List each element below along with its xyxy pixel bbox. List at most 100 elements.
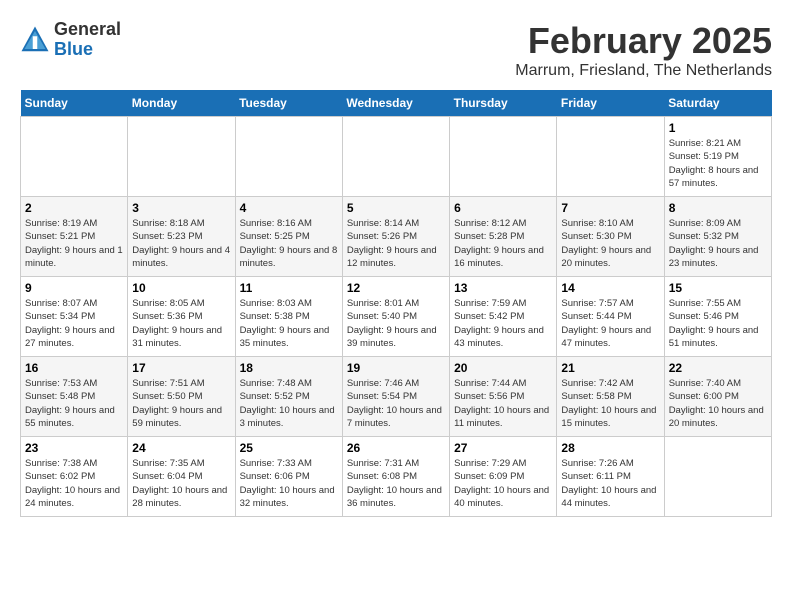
day-number: 25 [240,441,338,455]
day-info: Sunrise: 7:46 AMSunset: 5:54 PMDaylight:… [347,377,445,430]
day-info: Sunrise: 7:51 AMSunset: 5:50 PMDaylight:… [132,377,230,430]
day-info: Sunrise: 8:09 AMSunset: 5:32 PMDaylight:… [669,217,767,270]
calendar-cell [342,117,449,197]
day-info: Sunrise: 7:38 AMSunset: 6:02 PMDaylight:… [25,457,123,510]
day-info: Sunrise: 8:01 AMSunset: 5:40 PMDaylight:… [347,297,445,350]
logo-text: General Blue [54,20,121,60]
day-number: 23 [25,441,123,455]
day-info: Sunrise: 7:33 AMSunset: 6:06 PMDaylight:… [240,457,338,510]
day-number: 28 [561,441,659,455]
day-info: Sunrise: 8:12 AMSunset: 5:28 PMDaylight:… [454,217,552,270]
calendar-week-2: 9 Sunrise: 8:07 AMSunset: 5:34 PMDayligh… [21,277,772,357]
day-number: 11 [240,281,338,295]
col-saturday: Saturday [664,90,771,117]
calendar-cell: 12 Sunrise: 8:01 AMSunset: 5:40 PMDaylig… [342,277,449,357]
calendar-cell: 18 Sunrise: 7:48 AMSunset: 5:52 PMDaylig… [235,357,342,437]
day-number: 3 [132,201,230,215]
calendar-cell: 7 Sunrise: 8:10 AMSunset: 5:30 PMDayligh… [557,197,664,277]
day-number: 4 [240,201,338,215]
day-number: 17 [132,361,230,375]
calendar-cell [450,117,557,197]
day-number: 21 [561,361,659,375]
col-thursday: Thursday [450,90,557,117]
day-number: 27 [454,441,552,455]
calendar-cell: 13 Sunrise: 7:59 AMSunset: 5:42 PMDaylig… [450,277,557,357]
calendar-cell [128,117,235,197]
col-wednesday: Wednesday [342,90,449,117]
col-monday: Monday [128,90,235,117]
day-info: Sunrise: 7:44 AMSunset: 5:56 PMDaylight:… [454,377,552,430]
calendar-cell: 4 Sunrise: 8:16 AMSunset: 5:25 PMDayligh… [235,197,342,277]
day-number: 22 [669,361,767,375]
day-info: Sunrise: 8:14 AMSunset: 5:26 PMDaylight:… [347,217,445,270]
logo-icon [20,25,50,55]
calendar-cell: 9 Sunrise: 8:07 AMSunset: 5:34 PMDayligh… [21,277,128,357]
calendar-cell: 28 Sunrise: 7:26 AMSunset: 6:11 PMDaylig… [557,437,664,517]
day-number: 20 [454,361,552,375]
calendar-cell [664,437,771,517]
day-info: Sunrise: 8:21 AMSunset: 5:19 PMDaylight:… [669,137,767,190]
day-info: Sunrise: 8:05 AMSunset: 5:36 PMDaylight:… [132,297,230,350]
day-number: 9 [25,281,123,295]
calendar-week-1: 2 Sunrise: 8:19 AMSunset: 5:21 PMDayligh… [21,197,772,277]
calendar-cell: 2 Sunrise: 8:19 AMSunset: 5:21 PMDayligh… [21,197,128,277]
day-info: Sunrise: 7:35 AMSunset: 6:04 PMDaylight:… [132,457,230,510]
col-tuesday: Tuesday [235,90,342,117]
calendar-cell: 16 Sunrise: 7:53 AMSunset: 5:48 PMDaylig… [21,357,128,437]
day-info: Sunrise: 7:55 AMSunset: 5:46 PMDaylight:… [669,297,767,350]
calendar-week-4: 23 Sunrise: 7:38 AMSunset: 6:02 PMDaylig… [21,437,772,517]
day-info: Sunrise: 7:40 AMSunset: 6:00 PMDaylight:… [669,377,767,430]
calendar-cell: 15 Sunrise: 7:55 AMSunset: 5:46 PMDaylig… [664,277,771,357]
page-header: General Blue February 2025 Marrum, Fries… [20,20,772,80]
calendar-cell: 25 Sunrise: 7:33 AMSunset: 6:06 PMDaylig… [235,437,342,517]
day-info: Sunrise: 8:10 AMSunset: 5:30 PMDaylight:… [561,217,659,270]
day-info: Sunrise: 7:31 AMSunset: 6:08 PMDaylight:… [347,457,445,510]
calendar-header-row: Sunday Monday Tuesday Wednesday Thursday… [21,90,772,117]
day-number: 7 [561,201,659,215]
day-info: Sunrise: 8:16 AMSunset: 5:25 PMDaylight:… [240,217,338,270]
calendar-cell [21,117,128,197]
calendar-cell: 24 Sunrise: 7:35 AMSunset: 6:04 PMDaylig… [128,437,235,517]
logo-line1: General [54,20,121,40]
day-number: 2 [25,201,123,215]
day-info: Sunrise: 7:57 AMSunset: 5:44 PMDaylight:… [561,297,659,350]
calendar-week-0: 1 Sunrise: 8:21 AMSunset: 5:19 PMDayligh… [21,117,772,197]
day-number: 19 [347,361,445,375]
day-number: 24 [132,441,230,455]
calendar-week-3: 16 Sunrise: 7:53 AMSunset: 5:48 PMDaylig… [21,357,772,437]
day-info: Sunrise: 8:19 AMSunset: 5:21 PMDaylight:… [25,217,123,270]
day-number: 5 [347,201,445,215]
day-number: 26 [347,441,445,455]
calendar-table: Sunday Monday Tuesday Wednesday Thursday… [20,90,772,517]
calendar-cell: 22 Sunrise: 7:40 AMSunset: 6:00 PMDaylig… [664,357,771,437]
day-number: 10 [132,281,230,295]
calendar-cell: 3 Sunrise: 8:18 AMSunset: 5:23 PMDayligh… [128,197,235,277]
calendar-cell: 6 Sunrise: 8:12 AMSunset: 5:28 PMDayligh… [450,197,557,277]
calendar-cell: 17 Sunrise: 7:51 AMSunset: 5:50 PMDaylig… [128,357,235,437]
day-info: Sunrise: 8:07 AMSunset: 5:34 PMDaylight:… [25,297,123,350]
day-number: 1 [669,121,767,135]
month-title: February 2025 [515,20,772,62]
location-title: Marrum, Friesland, The Netherlands [515,62,772,80]
col-friday: Friday [557,90,664,117]
day-number: 8 [669,201,767,215]
col-sunday: Sunday [21,90,128,117]
title-block: February 2025 Marrum, Friesland, The Net… [515,20,772,80]
calendar-cell: 10 Sunrise: 8:05 AMSunset: 5:36 PMDaylig… [128,277,235,357]
day-info: Sunrise: 7:42 AMSunset: 5:58 PMDaylight:… [561,377,659,430]
calendar-cell: 14 Sunrise: 7:57 AMSunset: 5:44 PMDaylig… [557,277,664,357]
day-number: 15 [669,281,767,295]
calendar-cell: 5 Sunrise: 8:14 AMSunset: 5:26 PMDayligh… [342,197,449,277]
calendar-cell [557,117,664,197]
day-info: Sunrise: 7:48 AMSunset: 5:52 PMDaylight:… [240,377,338,430]
logo-line2: Blue [54,40,121,60]
day-number: 18 [240,361,338,375]
day-number: 12 [347,281,445,295]
calendar-cell [235,117,342,197]
day-number: 6 [454,201,552,215]
day-info: Sunrise: 7:59 AMSunset: 5:42 PMDaylight:… [454,297,552,350]
day-info: Sunrise: 7:53 AMSunset: 5:48 PMDaylight:… [25,377,123,430]
calendar-cell: 11 Sunrise: 8:03 AMSunset: 5:38 PMDaylig… [235,277,342,357]
day-number: 13 [454,281,552,295]
day-info: Sunrise: 7:26 AMSunset: 6:11 PMDaylight:… [561,457,659,510]
